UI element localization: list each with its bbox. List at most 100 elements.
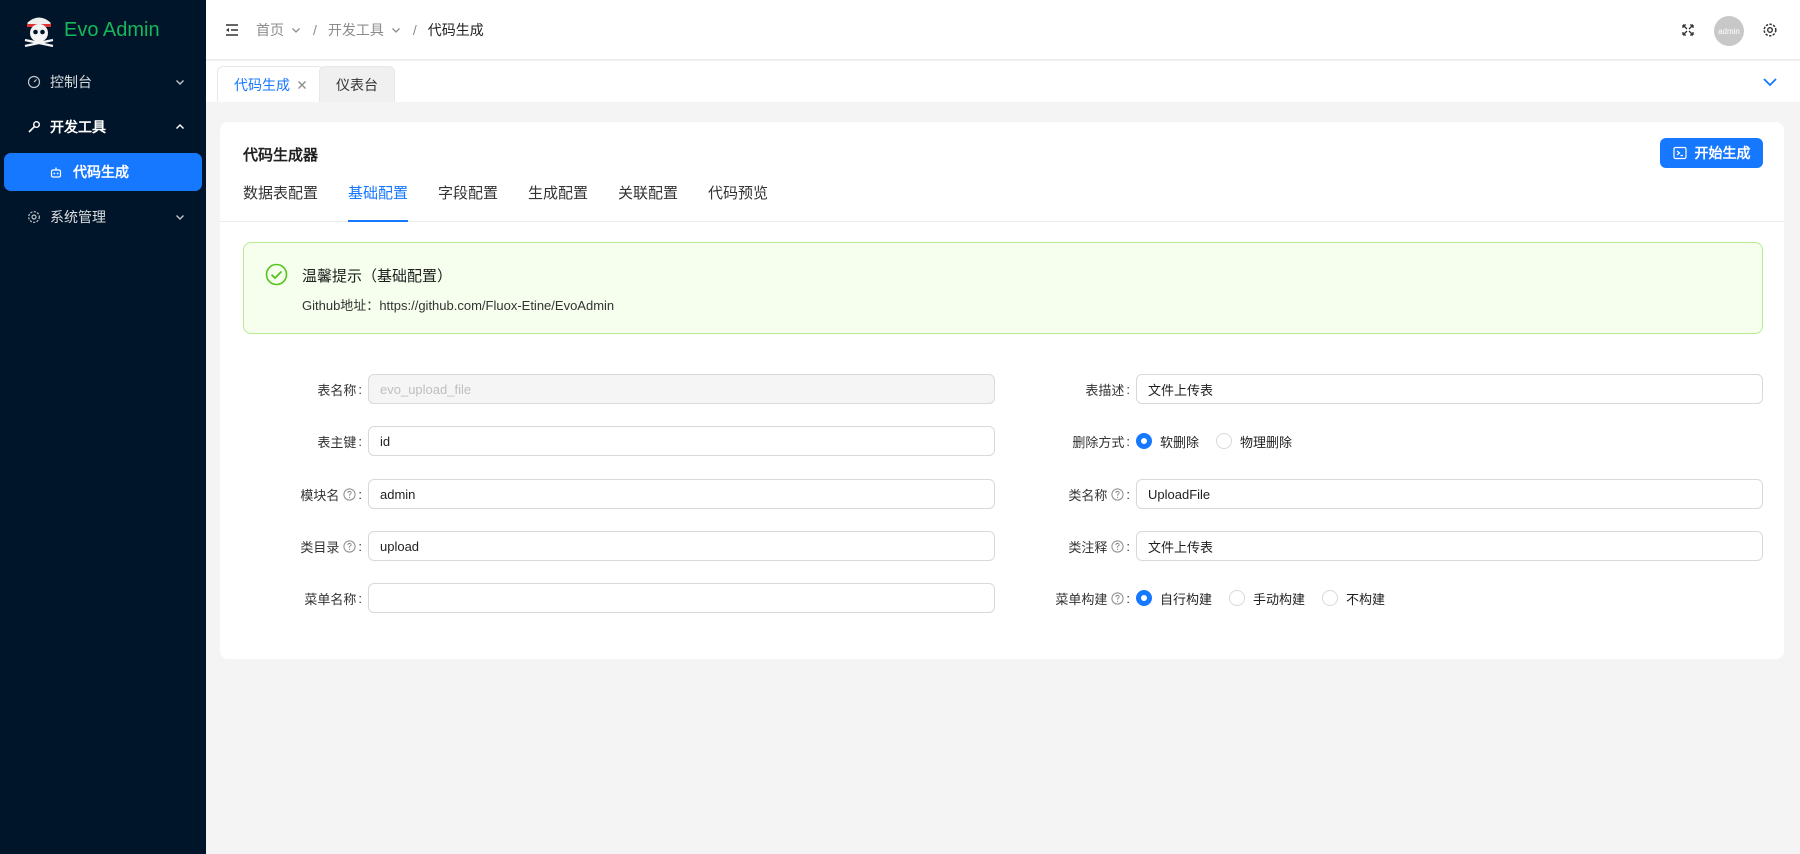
sidebar: Evo Admin 控制台 开发工具 代码生成 系统管理 bbox=[0, 0, 206, 854]
menu-build-radio-group: 自行构建 手动构建 不构建 bbox=[1136, 583, 1402, 613]
skull-logo-icon bbox=[24, 17, 54, 47]
settings-icon[interactable] bbox=[1762, 22, 1778, 38]
primary-key-label: 表主键: bbox=[317, 433, 362, 450]
tab-code-preview[interactable]: 代码预览 bbox=[708, 174, 768, 222]
table-name-input[interactable]: evo_upload_file bbox=[368, 374, 995, 404]
chevron-down-icon bbox=[176, 80, 184, 85]
tab-basic-config[interactable]: 基础配置 bbox=[348, 174, 409, 222]
table-desc-label: 表描述: bbox=[1085, 381, 1130, 398]
label-text: 表主键 bbox=[317, 434, 357, 450]
table-desc-input[interactable]: 文件上传表 bbox=[1136, 374, 1763, 404]
menu-name-input[interactable] bbox=[368, 583, 995, 613]
terminal-icon bbox=[1672, 146, 1687, 160]
sidebar-item-system[interactable]: 系统管理 bbox=[0, 195, 206, 239]
class-dir-input[interactable]: upload bbox=[368, 531, 995, 561]
start-generate-button[interactable]: 开始生成 bbox=[1660, 138, 1763, 168]
question-circle-icon[interactable] bbox=[1111, 487, 1124, 501]
sidebar-item-label: 系统管理 bbox=[50, 209, 106, 225]
alert-title: 温馨提示（基础配置） bbox=[302, 268, 453, 285]
sidebar-item-devtools[interactable]: 开发工具 bbox=[0, 105, 206, 149]
radio-label: 自行构建 bbox=[1160, 591, 1213, 607]
label-text: 模块名 bbox=[300, 487, 340, 503]
tab-field-config[interactable]: 字段配置 bbox=[438, 174, 498, 222]
breadcrumb-current: 代码生成 bbox=[427, 22, 484, 38]
breadcrumb-home[interactable]: 首页 bbox=[256, 20, 302, 40]
radio-self-build[interactable]: 自行构建 bbox=[1136, 589, 1212, 608]
sidebar-item-label: 开发工具 bbox=[50, 119, 106, 135]
robot-icon bbox=[50, 167, 62, 178]
alert-desc-label: Github地址： bbox=[302, 298, 380, 313]
radio-physical-delete[interactable]: 物理删除 bbox=[1216, 432, 1292, 451]
sidebar-item-label: 控制台 bbox=[50, 74, 92, 90]
question-circle-icon[interactable] bbox=[343, 539, 356, 553]
radio-no-build[interactable]: 不构建 bbox=[1322, 589, 1385, 608]
delete-mode-radio-group: 软删除 物理删除 bbox=[1136, 426, 1309, 456]
class-dir-label: 类目录: bbox=[300, 538, 362, 555]
radio-circle bbox=[1322, 590, 1339, 606]
config-tabs: 数据表配置 基础配置 字段配置 生成配置 关联配置 代码预览 bbox=[220, 174, 1784, 222]
close-icon[interactable] bbox=[297, 80, 307, 90]
question-circle-icon[interactable] bbox=[1111, 539, 1124, 553]
radio-circle bbox=[1136, 590, 1152, 606]
module-name-input[interactable]: admin bbox=[368, 479, 995, 509]
menu-name-label: 菜单名称: bbox=[304, 590, 362, 607]
module-name-label: 模块名: bbox=[300, 486, 362, 503]
primary-key-input[interactable]: id bbox=[368, 426, 995, 456]
class-name-label: 类名称: bbox=[1068, 486, 1130, 503]
top-header: 首页 / 开发工具 / 代码生成 bbox=[206, 0, 1800, 60]
breadcrumb: 首页 / 开发工具 / 代码生成 bbox=[256, 0, 484, 60]
sidebar-item-dashboard[interactable]: 控制台 bbox=[0, 60, 206, 104]
app-title: Evo Admin bbox=[64, 18, 160, 41]
chevron-down-icon[interactable] bbox=[1761, 73, 1779, 91]
table-name-label: 表名称: bbox=[317, 381, 362, 398]
breadcrumb-separator: / bbox=[412, 22, 417, 38]
page-tab-codegen[interactable]: 代码生成 bbox=[217, 66, 324, 102]
page-tab-label: 代码生成 bbox=[234, 76, 290, 93]
label-text: 类注释 bbox=[1068, 539, 1108, 555]
radio-manual-build[interactable]: 手动构建 bbox=[1229, 589, 1305, 608]
breadcrumb-label: 首页 bbox=[256, 22, 284, 38]
question-circle-icon[interactable] bbox=[343, 487, 356, 501]
class-comment-label: 类注释: bbox=[1068, 538, 1130, 555]
radio-circle bbox=[1136, 433, 1152, 449]
chevron-up-icon bbox=[176, 124, 184, 129]
class-name-input[interactable]: UploadFile bbox=[1136, 479, 1763, 509]
fullscreen-icon[interactable] bbox=[1680, 22, 1696, 38]
radio-circle bbox=[1216, 433, 1233, 449]
radio-label: 手动构建 bbox=[1253, 591, 1306, 607]
page-tabs-bar: 代码生成 仪表台 bbox=[206, 61, 1800, 102]
gear-icon bbox=[28, 211, 40, 223]
label-text: 删除方式 bbox=[1072, 434, 1125, 450]
breadcrumb-devtools[interactable]: 开发工具 bbox=[328, 20, 402, 40]
tab-generate-config[interactable]: 生成配置 bbox=[528, 174, 588, 222]
tab-relation-config[interactable]: 关联配置 bbox=[618, 174, 678, 222]
github-link[interactable]: https://github.com/Fluox-Etine/EvoAdmin bbox=[379, 298, 614, 313]
page-tab-dashboard[interactable]: 仪表台 bbox=[319, 66, 395, 102]
menu-fold-icon[interactable] bbox=[224, 22, 240, 38]
tool-icon bbox=[28, 121, 40, 133]
sidebar-subitem-label: 代码生成 bbox=[73, 164, 129, 180]
chevron-down-icon bbox=[292, 28, 300, 33]
logo[interactable]: Evo Admin bbox=[0, 0, 206, 60]
menu-build-label: 菜单构建: bbox=[1055, 590, 1130, 607]
question-circle-icon[interactable] bbox=[1111, 591, 1124, 605]
label-text: 类目录 bbox=[300, 539, 340, 555]
alert-description: Github地址：https://github.com/Fluox-Etine/… bbox=[302, 295, 614, 314]
class-comment-input[interactable]: 文件上传表 bbox=[1136, 531, 1763, 561]
label-text: 菜单构建 bbox=[1055, 591, 1108, 607]
label-text: 表名称 bbox=[317, 382, 357, 398]
check-circle-icon bbox=[265, 263, 288, 286]
avatar[interactable]: admin bbox=[1714, 16, 1744, 46]
label-text: 类名称 bbox=[1068, 487, 1108, 503]
radio-circle bbox=[1229, 590, 1246, 606]
tab-table-config[interactable]: 数据表配置 bbox=[243, 174, 318, 222]
sidebar-item-codegen[interactable]: 代码生成 bbox=[4, 153, 202, 191]
start-generate-label: 开始生成 bbox=[1694, 145, 1751, 161]
radio-label: 不构建 bbox=[1346, 591, 1386, 607]
tip-alert: 温馨提示（基础配置） Github地址：https://github.com/F… bbox=[243, 242, 1763, 334]
radio-label: 软删除 bbox=[1160, 434, 1200, 450]
label-text: 菜单名称 bbox=[304, 591, 357, 607]
radio-soft-delete[interactable]: 软删除 bbox=[1136, 432, 1199, 451]
chevron-down-icon bbox=[176, 215, 184, 220]
label-text: 表描述 bbox=[1085, 382, 1125, 398]
